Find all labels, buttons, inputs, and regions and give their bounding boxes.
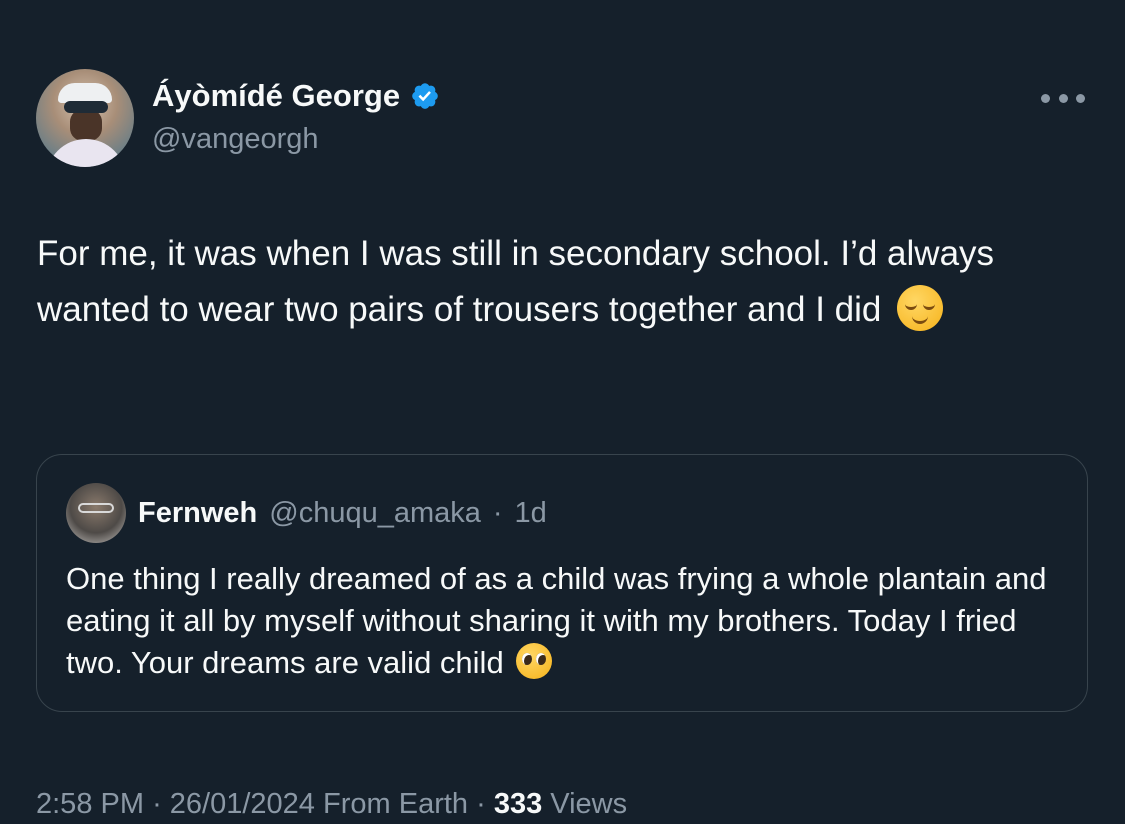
quoted-author-avatar[interactable] (66, 483, 126, 543)
tweet-time[interactable]: 2:58 PM (36, 788, 144, 820)
tweet-date[interactable]: 26/01/2024 (170, 788, 315, 820)
more-dot (1058, 93, 1068, 103)
tweet-text: For me, it was when I was still in secon… (37, 226, 1097, 338)
quoted-tweet-card[interactable]: Fernweh @chuqu_amaka · 1d One thing I re… (36, 454, 1088, 712)
author-avatar[interactable] (36, 69, 134, 167)
avatar-shirt (46, 139, 126, 167)
quoted-tweet-text: One thing I really dreamed of as a child… (66, 558, 1066, 684)
quoted-separator: · (492, 497, 503, 529)
author-name-row[interactable]: Áyòmídé George (152, 76, 440, 116)
quoted-body: One thing I really dreamed of as a child… (66, 561, 1047, 680)
pleading-face-emoji (516, 643, 553, 679)
tweet-meta: 2:58 PM · 26/01/2024 From Earth · 333 Vi… (36, 784, 627, 824)
views-label[interactable]: Views (550, 788, 627, 820)
tweet-source: From Earth (323, 788, 469, 820)
verified-badge-icon[interactable] (410, 81, 440, 111)
quoted-timestamp[interactable]: 1d (515, 495, 547, 531)
relieved-face-emoji (897, 285, 944, 331)
more-options-icon[interactable] (1041, 88, 1085, 108)
quoted-author-name[interactable]: Fernweh (138, 495, 257, 531)
meta-separator: · (476, 788, 486, 820)
avatar-sunglasses (64, 101, 108, 113)
author-handle[interactable]: @vangeorgh (152, 120, 319, 158)
author-display-name[interactable]: Áyòmídé George (152, 76, 400, 116)
avatar-hat (58, 83, 112, 103)
more-dot (1076, 93, 1085, 103)
quoted-tweet-header: Fernweh @chuqu_amaka · 1d (138, 495, 547, 531)
quoted-avatar-glasses (78, 503, 114, 513)
meta-separator: · (152, 788, 162, 820)
more-dot (1041, 93, 1050, 103)
avatar-face (70, 109, 102, 141)
views-count[interactable]: 333 (494, 788, 542, 820)
quoted-author-handle[interactable]: @chuqu_amaka (269, 495, 481, 531)
tweet-body: For me, it was when I was still in secon… (37, 234, 995, 329)
